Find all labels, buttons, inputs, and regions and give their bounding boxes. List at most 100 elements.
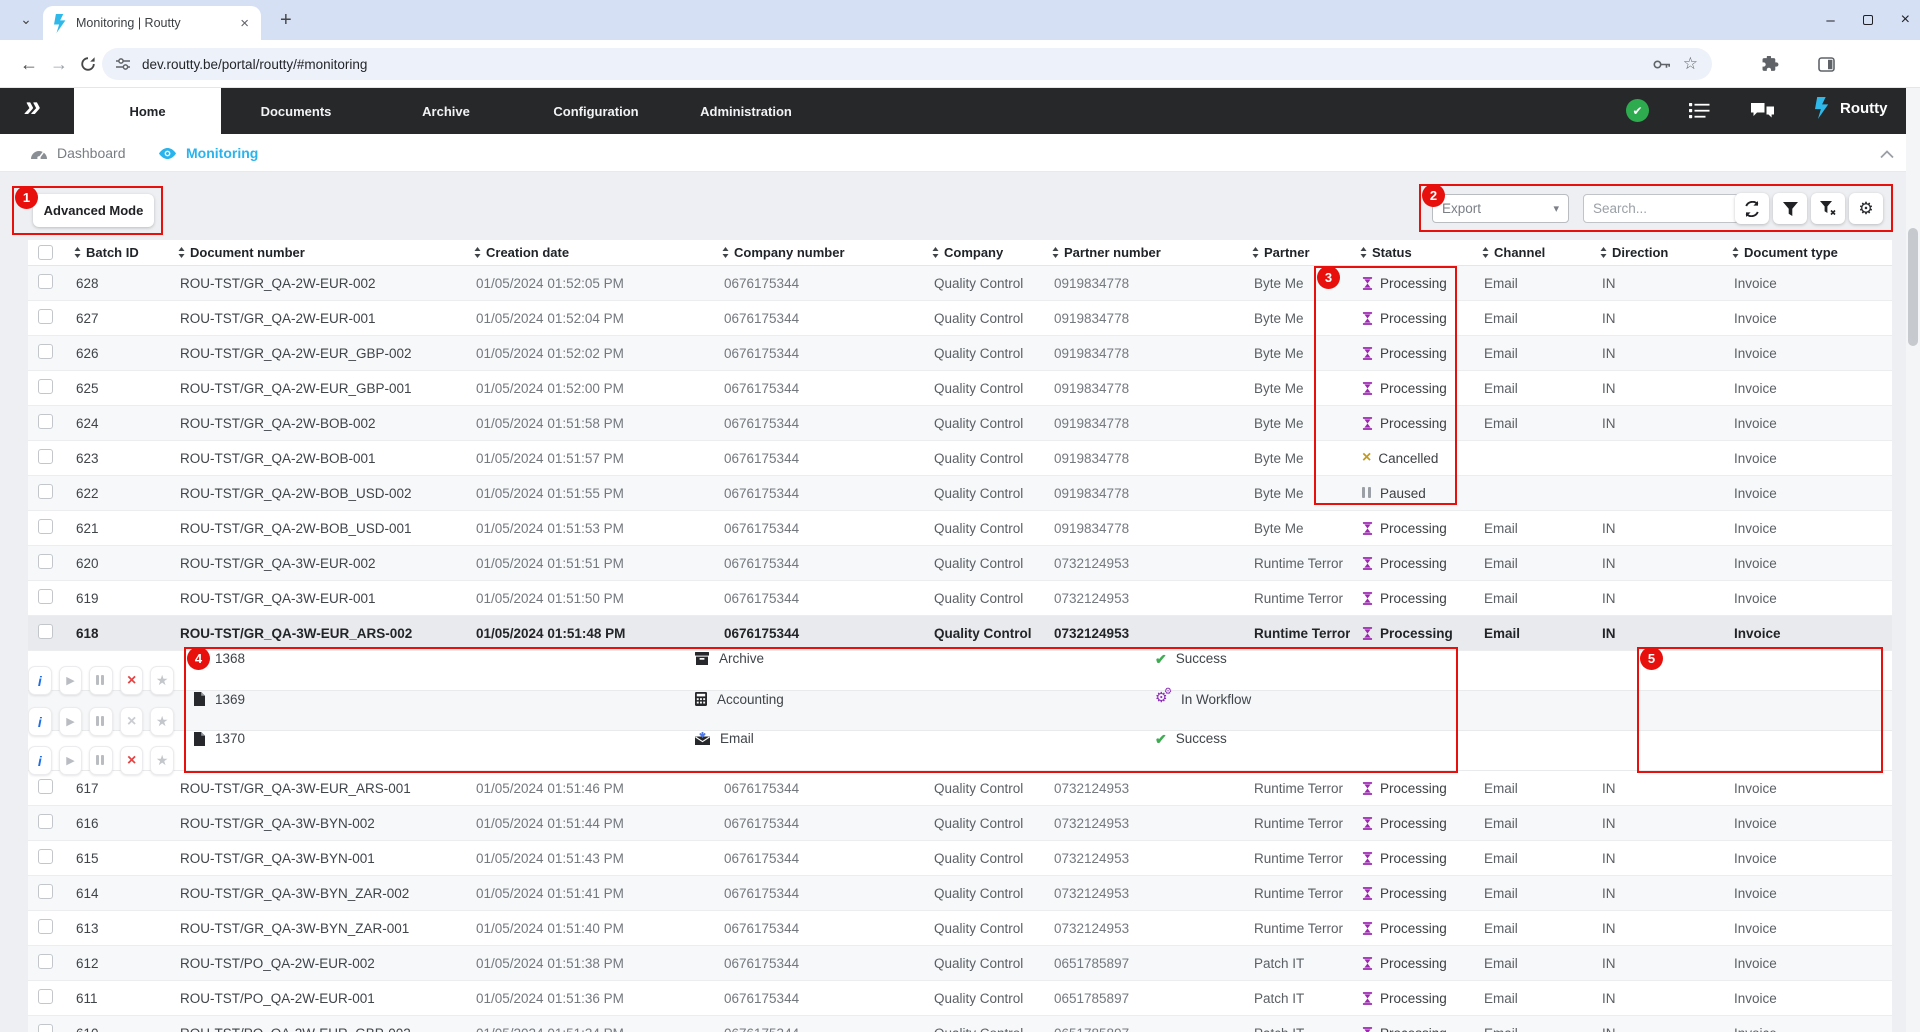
- pause-button[interactable]: [89, 707, 113, 736]
- table-row[interactable]: 619ROU-TST/GR_QA-3W-EUR-00101/05/2024 01…: [28, 581, 1892, 616]
- cell-company_number: 0676175344: [712, 851, 922, 866]
- nav-tab-documents[interactable]: Documents: [221, 88, 371, 134]
- monitoring-table: Batch IDDocument numberCreation dateComp…: [28, 240, 1892, 1032]
- table-row[interactable]: 616ROU-TST/GR_QA-3W-BYN-00201/05/2024 01…: [28, 806, 1892, 841]
- table-row[interactable]: 627ROU-TST/GR_QA-2W-EUR-00101/05/2024 01…: [28, 301, 1892, 336]
- browser-tab[interactable]: Monitoring | Routty ×: [43, 6, 261, 40]
- task-list-icon[interactable]: [1689, 102, 1710, 124]
- table-row[interactable]: 617ROU-TST/GR_QA-3W-EUR_ARS-00101/05/202…: [28, 771, 1892, 806]
- row-checkbox[interactable]: [38, 449, 53, 464]
- pause-button[interactable]: [89, 746, 113, 775]
- row-checkbox[interactable]: [38, 589, 53, 604]
- table-row[interactable]: 621ROU-TST/GR_QA-2W-BOB_USD-00101/05/202…: [28, 511, 1892, 546]
- bookmark-star-icon[interactable]: ☆: [1683, 54, 1698, 74]
- cell-date: 01/05/2024 01:52:05 PM: [464, 276, 712, 291]
- address-bar[interactable]: dev.routty.be/portal/routty/#monitoring …: [102, 48, 1712, 80]
- play-button[interactable]: ▶: [59, 746, 83, 775]
- column-header-document-number[interactable]: Document number: [168, 245, 464, 260]
- row-checkbox[interactable]: [38, 989, 53, 1004]
- window-minimize-icon[interactable]: –: [1826, 12, 1834, 29]
- new-tab-button[interactable]: +: [280, 8, 292, 32]
- scrollbar-thumb[interactable]: [1908, 228, 1918, 346]
- table-row[interactable]: 615ROU-TST/GR_QA-3W-BYN-00101/05/2024 01…: [28, 841, 1892, 876]
- row-checkbox[interactable]: [38, 814, 53, 829]
- column-header-partner[interactable]: Partner: [1242, 245, 1350, 260]
- info-button[interactable]: i: [28, 746, 52, 775]
- passwords-key-icon[interactable]: [1653, 59, 1671, 70]
- row-checkbox[interactable]: [38, 414, 53, 429]
- row-checkbox[interactable]: [38, 779, 53, 794]
- row-checkbox[interactable]: [38, 954, 53, 969]
- scrollbar-track[interactable]: [1906, 88, 1920, 1032]
- select-all-checkbox[interactable]: [38, 245, 53, 260]
- column-header-status[interactable]: Status: [1350, 245, 1472, 260]
- play-button[interactable]: ▶: [59, 707, 83, 736]
- extensions-puzzle-icon[interactable]: [1762, 40, 1779, 88]
- window-maximize-icon[interactable]: [1863, 15, 1873, 25]
- table-row[interactable]: 620ROU-TST/GR_QA-3W-EUR-00201/05/2024 01…: [28, 546, 1892, 581]
- row-checkbox[interactable]: [38, 1024, 53, 1032]
- column-header-channel[interactable]: Channel: [1472, 245, 1590, 260]
- nav-tab-home[interactable]: Home: [74, 88, 221, 134]
- table-row[interactable]: 626ROU-TST/GR_QA-2W-EUR_GBP-00201/05/202…: [28, 336, 1892, 371]
- column-header-company[interactable]: Company: [922, 245, 1042, 260]
- row-checkbox[interactable]: [38, 309, 53, 324]
- column-header-document-type[interactable]: Document type: [1722, 245, 1892, 260]
- reload-icon[interactable]: [80, 40, 96, 88]
- row-checkbox[interactable]: [38, 554, 53, 569]
- table-row[interactable]: 611ROU-TST/PO_QA-2W-EUR-00101/05/2024 01…: [28, 981, 1892, 1016]
- info-button[interactable]: i: [28, 666, 52, 695]
- nav-tab-administration[interactable]: Administration: [671, 88, 821, 134]
- table-row[interactable]: 614ROU-TST/GR_QA-3W-BYN_ZAR-00201/05/202…: [28, 876, 1892, 911]
- star-button[interactable]: ★: [150, 746, 174, 775]
- table-row[interactable]: 612ROU-TST/PO_QA-2W-EUR-00201/05/2024 01…: [28, 946, 1892, 981]
- status-ok-icon[interactable]: ✔: [1626, 99, 1649, 122]
- row-checkbox[interactable]: [38, 919, 53, 934]
- cell-partner: Runtime Terror: [1242, 816, 1350, 831]
- table-row[interactable]: 624ROU-TST/GR_QA-2W-BOB-00201/05/2024 01…: [28, 406, 1892, 441]
- close-tab-icon[interactable]: ×: [238, 16, 251, 31]
- pause-button[interactable]: [89, 666, 113, 695]
- table-row[interactable]: 628ROU-TST/GR_QA-2W-EUR-00201/05/2024 01…: [28, 266, 1892, 301]
- chat-icon[interactable]: [1750, 102, 1775, 125]
- cancel-button[interactable]: ×: [120, 707, 144, 736]
- column-header-partner-number[interactable]: Partner number: [1042, 245, 1242, 260]
- collapse-chevron-icon[interactable]: [1880, 146, 1894, 164]
- table-row[interactable]: 623ROU-TST/GR_QA-2W-BOB-00101/05/2024 01…: [28, 441, 1892, 476]
- column-header-batch-id[interactable]: Batch ID: [64, 245, 168, 260]
- window-close-icon[interactable]: ×: [1901, 11, 1910, 29]
- table-row[interactable]: 618ROU-TST/GR_QA-3W-EUR_ARS-00201/05/202…: [28, 616, 1892, 651]
- row-select-cell: [28, 519, 64, 537]
- row-checkbox[interactable]: [38, 484, 53, 499]
- row-checkbox[interactable]: [38, 344, 53, 359]
- row-checkbox[interactable]: [38, 519, 53, 534]
- star-button[interactable]: ★: [150, 707, 174, 736]
- subnav-item-dashboard[interactable]: Dashboard: [30, 134, 126, 172]
- cell-date: 01/05/2024 01:51:55 PM: [464, 486, 712, 501]
- nav-tab-configuration[interactable]: Configuration: [521, 88, 671, 134]
- column-header-company-number[interactable]: Company number: [712, 245, 922, 260]
- row-checkbox[interactable]: [38, 274, 53, 289]
- column-header-direction[interactable]: Direction: [1590, 245, 1722, 260]
- forward-icon[interactable]: →: [50, 40, 68, 88]
- column-header-creation-date[interactable]: Creation date: [464, 245, 712, 260]
- table-row[interactable]: 622ROU-TST/GR_QA-2W-BOB_USD-00201/05/202…: [28, 476, 1892, 511]
- tab-search-chevron-icon[interactable]: ⌄: [14, 8, 38, 32]
- row-checkbox[interactable]: [38, 849, 53, 864]
- cancel-button[interactable]: ×: [120, 666, 144, 695]
- cancel-button[interactable]: ×: [120, 746, 144, 775]
- side-panel-icon[interactable]: [1818, 40, 1835, 88]
- back-icon[interactable]: ←: [20, 40, 38, 88]
- row-checkbox[interactable]: [38, 624, 53, 639]
- star-button[interactable]: ★: [150, 666, 174, 695]
- subnav-item-monitoring[interactable]: Monitoring: [158, 134, 258, 172]
- nav-tab-archive[interactable]: Archive: [371, 88, 521, 134]
- row-checkbox[interactable]: [38, 884, 53, 899]
- row-checkbox[interactable]: [38, 379, 53, 394]
- table-row[interactable]: 625ROU-TST/GR_QA-2W-EUR_GBP-00101/05/202…: [28, 371, 1892, 406]
- info-button[interactable]: i: [28, 707, 52, 736]
- play-button[interactable]: ▶: [59, 666, 83, 695]
- table-row[interactable]: 613ROU-TST/GR_QA-3W-BYN_ZAR-00101/05/202…: [28, 911, 1892, 946]
- site-info-icon[interactable]: [116, 58, 130, 70]
- table-row[interactable]: 610ROU-TST/PO_QA-2W-EUR_GBP-00201/05/202…: [28, 1016, 1892, 1032]
